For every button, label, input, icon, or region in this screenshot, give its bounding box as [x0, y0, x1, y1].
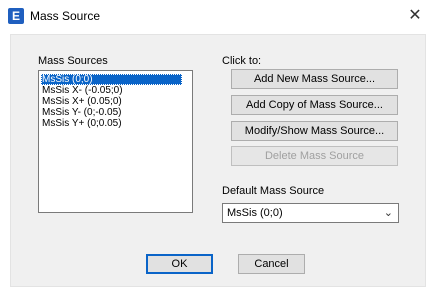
mass-sources-list[interactable]: MsSis (0;0) MsSis X- (-0.05;0) MsSis X+ …	[38, 70, 193, 213]
cancel-button[interactable]: Cancel	[238, 254, 305, 274]
chevron-down-icon[interactable]: ⌄	[384, 204, 393, 222]
window-title: Mass Source	[30, 9, 101, 23]
list-item[interactable]: MsSis Y+ (0;0.05)	[39, 118, 192, 129]
dialog-body: Mass Sources MsSis (0;0) MsSis X- (-0.05…	[10, 34, 426, 287]
list-item[interactable]: MsSis (0;0)	[41, 74, 182, 85]
list-item[interactable]: MsSis Y- (0;-0.05)	[39, 107, 192, 118]
app-e-icon: E	[8, 8, 24, 24]
modify-show-mass-source-button[interactable]: Modify/Show Mass Source...	[231, 121, 398, 141]
add-new-mass-source-button[interactable]: Add New Mass Source...	[231, 69, 398, 89]
add-copy-mass-source-button[interactable]: Add Copy of Mass Source...	[231, 95, 398, 115]
ok-button[interactable]: OK	[146, 254, 213, 274]
delete-mass-source-button: Delete Mass Source	[231, 146, 398, 166]
default-mass-source-value: MsSis (0;0)	[227, 207, 283, 219]
default-mass-source-label: Default Mass Source	[222, 185, 325, 197]
list-item[interactable]: MsSis X+ (0.05;0)	[39, 96, 192, 107]
default-mass-source-select[interactable]: MsSis (0;0) ⌄	[222, 203, 399, 223]
list-item[interactable]: MsSis X- (-0.05;0)	[39, 85, 192, 96]
close-icon[interactable]: ✕	[404, 6, 426, 26]
title-bar: E Mass Source ✕	[0, 0, 432, 34]
click-to-label: Click to:	[222, 55, 262, 67]
mass-sources-label: Mass Sources	[38, 55, 108, 67]
